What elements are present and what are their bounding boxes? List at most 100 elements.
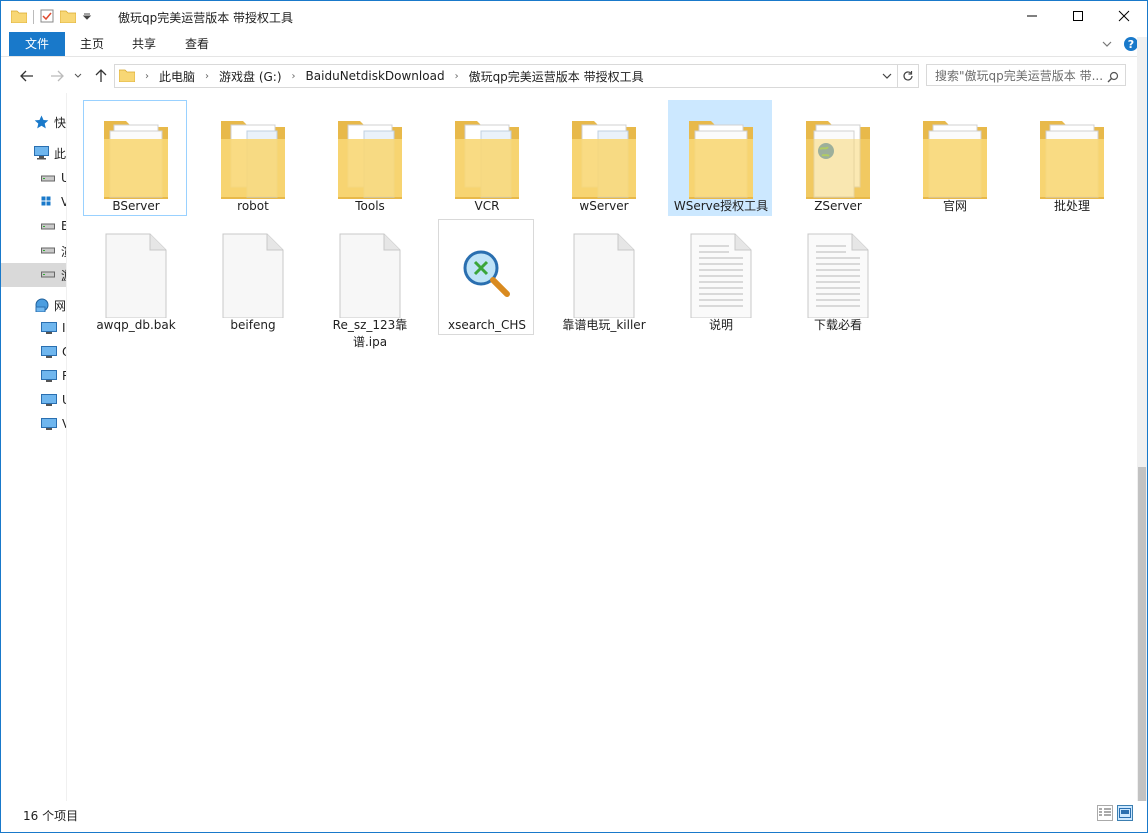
window-title: 傲玩qp完美运营版本 带授权工具 xyxy=(118,11,294,25)
file-list: BServer robot Tools VCR wServer WServe授权… xyxy=(67,93,1137,801)
maximize-icon xyxy=(1073,11,1083,21)
file-item-zserver[interactable]: ZServer xyxy=(785,100,889,216)
back-button[interactable] xyxy=(17,66,37,86)
computer-icon xyxy=(34,146,49,160)
file-item-bserver[interactable]: BServer xyxy=(83,100,187,216)
minimize-icon xyxy=(1027,15,1037,17)
vertical-scrollbar[interactable] xyxy=(1137,37,1147,832)
item-count: 16 个项目 xyxy=(23,809,79,823)
monitor-icon xyxy=(41,346,57,360)
nav-item-drive-v[interactable]: V xyxy=(1,191,66,215)
minimize-button[interactable] xyxy=(1009,1,1055,31)
file-item-tools[interactable]: Tools xyxy=(317,100,421,216)
file-item-vcr[interactable]: VCR xyxy=(434,100,538,216)
magnifier-app-icon xyxy=(451,228,523,318)
window-controls xyxy=(1009,1,1147,31)
qat-separator xyxy=(33,10,34,24)
customize-dropdown-icon[interactable] xyxy=(82,10,92,24)
details-view-button[interactable] xyxy=(1097,805,1113,821)
file-item-wserver[interactable]: wServer xyxy=(551,100,655,216)
up-arrow-icon xyxy=(95,69,107,82)
ribbon-controls: ? xyxy=(1101,36,1139,55)
folder-icon xyxy=(217,109,289,199)
nav-item-network-u[interactable]: U xyxy=(1,389,66,413)
nav-item-drive-u[interactable]: U xyxy=(1,167,66,191)
breadcrumb-separator-icon[interactable]: › xyxy=(455,71,459,82)
explorer-window: 傲玩qp完美运营版本 带授权工具 文件 主页 共享 查看 ? › 此电脑 › 游… xyxy=(0,0,1148,833)
chevron-down-icon xyxy=(74,73,82,78)
breadcrumb-drive[interactable]: 游戏盘 (G:) xyxy=(219,68,282,85)
tab-file[interactable]: 文件 xyxy=(9,32,65,56)
ribbon-tabs: 文件 主页 共享 查看 ? xyxy=(1,32,1147,57)
address-row: › 此电脑 › 游戏盘 (G:) › BaiduNetdiskDownload … xyxy=(1,61,1147,91)
nav-item-network-o[interactable]: O xyxy=(1,341,66,365)
nav-item-this-pc[interactable]: 此 xyxy=(1,141,66,165)
folder-icon xyxy=(802,109,874,199)
network-icon xyxy=(34,298,49,313)
nav-item-drive-game[interactable]: 游 xyxy=(1,263,66,287)
maximize-button[interactable] xyxy=(1055,1,1101,31)
tab-share[interactable]: 共享 xyxy=(123,32,165,56)
svg-text:?: ? xyxy=(1128,38,1134,51)
breadcrumb-this-pc[interactable]: 此电脑 xyxy=(159,68,195,85)
large-icons-view-button[interactable] xyxy=(1117,805,1133,821)
folder-icon xyxy=(1036,109,1108,199)
drive-icon xyxy=(41,172,56,186)
file-item-readme[interactable]: 说明 xyxy=(668,219,772,335)
file-item-kaopu-killer[interactable]: 靠谱电玩_killer xyxy=(551,219,655,335)
breadcrumb-separator-icon[interactable]: › xyxy=(145,71,149,82)
folder-icon xyxy=(100,109,172,199)
address-controls xyxy=(877,65,918,87)
network-drive-icon xyxy=(41,196,56,210)
file-item-wserve-auth-tool[interactable]: WServe授权工具 xyxy=(668,100,772,216)
title-bar: 傲玩qp完美运营版本 带授权工具 xyxy=(1,1,1147,32)
file-item-batch[interactable]: 批处理 xyxy=(1019,100,1123,216)
monitor-icon xyxy=(41,418,57,432)
nav-item-network-v[interactable]: V xyxy=(1,413,66,437)
file-item-must-read[interactable]: 下载必看 xyxy=(785,219,889,335)
new-folder-icon[interactable] xyxy=(59,9,77,26)
forward-button[interactable] xyxy=(47,66,67,86)
tab-view[interactable]: 查看 xyxy=(176,32,218,56)
blank-file-icon xyxy=(217,228,289,319)
nav-item-network-i[interactable]: I xyxy=(1,317,66,341)
breadcrumb-separator-icon[interactable]: › xyxy=(205,71,209,82)
nav-item-network[interactable]: 网 xyxy=(1,293,66,317)
monitor-icon xyxy=(41,322,57,336)
expand-ribbon-icon[interactable] xyxy=(1101,38,1113,53)
properties-icon[interactable] xyxy=(40,9,54,26)
close-button[interactable] xyxy=(1101,1,1147,31)
monitor-icon xyxy=(41,370,57,384)
up-button[interactable] xyxy=(91,66,111,86)
file-item-official-site[interactable]: 官网 xyxy=(902,100,1006,216)
search-input[interactable]: 搜索"傲玩qp完美运营版本 带... xyxy=(926,64,1126,86)
folder-icon xyxy=(451,109,523,199)
breadcrumb-download-folder[interactable]: BaiduNetdiskDownload xyxy=(306,69,445,83)
drive-icon xyxy=(41,268,56,282)
star-icon xyxy=(34,115,49,129)
breadcrumb-separator-icon[interactable]: › xyxy=(292,71,296,82)
refresh-button[interactable] xyxy=(897,65,918,87)
nav-item-quick-access[interactable]: 快 xyxy=(1,110,66,134)
blank-file-icon xyxy=(334,228,406,319)
folder-icon xyxy=(334,109,406,199)
scrollbar-thumb[interactable] xyxy=(1138,467,1146,832)
file-item-re-sz-ipa[interactable]: Re_sz_123靠谱.ipa xyxy=(317,219,421,353)
search-placeholder: 搜索"傲玩qp完美运营版本 带... xyxy=(935,69,1104,83)
drive-icon xyxy=(41,220,56,234)
tab-home[interactable]: 主页 xyxy=(71,32,113,56)
address-bar[interactable]: › 此电脑 › 游戏盘 (G:) › BaiduNetdiskDownload … xyxy=(114,64,919,88)
file-item-xsearch-chs[interactable]: xsearch_CHS xyxy=(438,219,534,335)
file-item-beifeng[interactable]: beifeng xyxy=(200,219,304,335)
status-bar: 16 个项目 xyxy=(1,801,1147,832)
recent-locations-button[interactable] xyxy=(71,66,85,86)
nav-item-drive-b[interactable]: B xyxy=(1,215,66,239)
refresh-icon xyxy=(903,71,913,81)
nav-item-drive-yan[interactable]: 演 xyxy=(1,239,66,263)
address-dropdown-button[interactable] xyxy=(877,65,897,87)
nav-item-network-r[interactable]: R xyxy=(1,365,66,389)
file-item-robot[interactable]: robot xyxy=(200,100,304,216)
details-view-icon xyxy=(1099,808,1111,816)
breadcrumb-current-folder[interactable]: 傲玩qp完美运营版本 带授权工具 xyxy=(469,68,644,85)
file-item-awqp-db-bak[interactable]: awqp_db.bak xyxy=(83,219,187,335)
